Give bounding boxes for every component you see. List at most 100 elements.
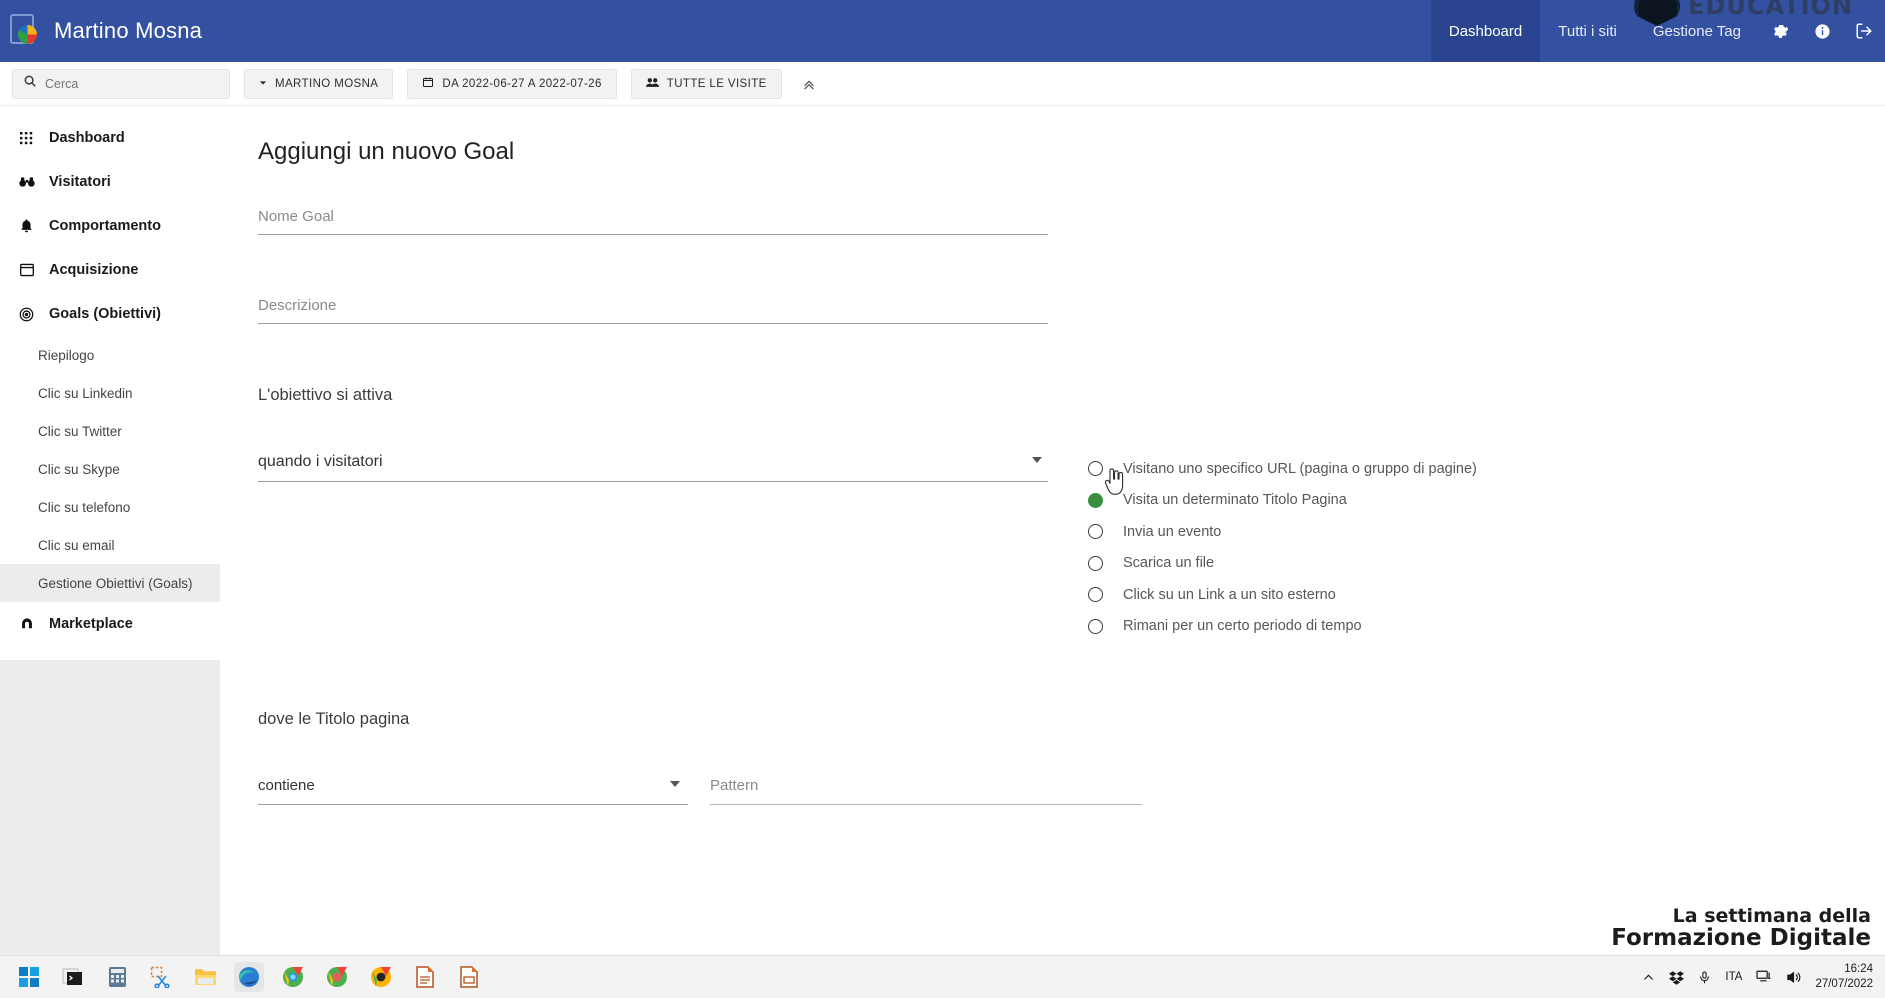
sidebar-item-clic-su-linkedin[interactable]: Clic su Linkedin [0,374,220,412]
sidebar-item-riepilogo[interactable]: Riepilogo [0,336,220,374]
sidebar-item-visitatori[interactable]: Visitatori [0,160,220,204]
terminal-icon[interactable] [58,962,88,992]
screen: Martino Mosna Dashboard Tutti i siti Ges… [0,0,1885,998]
where-section-label: dove le Titolo pagina [258,710,410,728]
radio-icon [1088,555,1103,571]
system-tray: ITA 16:24 27/07/2022 [1642,962,1885,992]
libreoffice-writer-icon[interactable] [410,962,440,992]
window-icon [18,263,35,277]
double-chevron-up-icon[interactable] [796,71,822,97]
chevron-up-icon[interactable] [1642,971,1655,984]
logout-icon[interactable] [1843,0,1885,62]
radio-option-event[interactable]: Invia un evento [1088,516,1477,548]
clock-date: 27/07/2022 [1815,978,1873,990]
libreoffice-impress-icon[interactable] [454,962,484,992]
clock[interactable]: 16:24 27/07/2022 [1815,962,1873,992]
search-box[interactable] [12,68,230,99]
radio-option-download[interactable]: Scarica un file [1088,548,1477,580]
snipping-tool-icon[interactable] [146,962,176,992]
sidebar-item-marketplace[interactable]: Marketplace [0,602,220,646]
pattern-underline [710,804,1142,805]
trigger-select[interactable]: quando i visitatori [258,453,1048,482]
sidebar-item-label: Marketplace [49,616,133,632]
target-icon [18,307,35,322]
clock-time: 16:24 [1844,963,1873,976]
search-input[interactable] [45,76,219,91]
goal-description-label: Descrizione [258,297,337,314]
pattern-field[interactable]: Pattern [710,777,1142,805]
trigger-select-value: quando i visitatori [258,453,383,470]
chevron-down-icon [259,78,267,90]
users-icon [645,77,659,91]
sidebar-item-label: Goals (Obiettivi) [49,306,161,322]
microphone-icon[interactable] [1698,970,1711,985]
radio-option-label: Invia un evento [1123,523,1222,540]
sidebar: Dashboard Visitatori Comportamento Acqui… [0,106,220,998]
match-type-select[interactable]: contiene [258,777,688,805]
trigger-options-group: Visitano uno specifico URL (pagina o gru… [1088,453,1477,642]
bell-icon [18,218,35,234]
matomo-logo-icon [10,14,42,48]
sidebar-panel: Dashboard Visitatori Comportamento Acqui… [0,106,220,660]
goal-description-field[interactable]: Descrizione [258,297,1048,324]
sidebar-item-clic-su-telefono[interactable]: Clic su telefono [0,488,220,526]
goal-name-field[interactable]: Nome Goal [258,208,1048,235]
taskbar-apps [0,962,484,992]
radio-option-page-title[interactable]: Visita un determinato Titolo Pagina [1088,485,1477,517]
filter-toolbar: MARTINO MOSNA DA 2022-06-27 A 2022-07-26… [0,62,1885,106]
radio-option-visit-duration[interactable]: Rimani per un certo periodo di tempo [1088,611,1477,643]
sidebar-item-clic-su-email[interactable]: Clic su email [0,526,220,564]
language-indicator[interactable]: ITA [1725,971,1742,983]
radio-option-label: Rimani per un certo periodo di tempo [1123,618,1362,635]
topnav-item-dashboard[interactable]: Dashboard [1430,0,1541,62]
binoculars-icon [18,176,35,188]
edge-browser-icon[interactable] [234,962,264,992]
calendar-icon [422,76,434,91]
network-icon[interactable] [1756,970,1772,984]
main-content: Aggiungi un nuovo Goal Nome Goal Descriz… [220,106,1885,998]
radio-icon [1088,618,1103,634]
sidebar-item-label: Visitatori [49,174,111,190]
pattern-label: Pattern [710,777,759,794]
site-selector[interactable]: MARTINO MOSNA [244,68,394,99]
segment-selector[interactable]: TUTTE LE VISITE [630,68,782,99]
sidebar-item-gestione-obiettivi[interactable]: Gestione Obiettivi (Goals) [0,564,220,602]
topnav-item-tag-manager[interactable]: Gestione Tag [1635,0,1759,62]
sidebar-item-goals[interactable]: Goals (Obiettivi) [0,292,220,336]
radio-icon [1088,524,1103,540]
match-type-value: contiene [258,777,315,794]
radio-option-label: Visita un determinato Titolo Pagina [1123,492,1347,509]
dropbox-icon[interactable] [1669,970,1685,985]
windows-taskbar: ITA 16:24 27/07/2022 [0,955,1885,998]
radio-option-label: Scarica un file [1123,555,1215,572]
radio-option-outlink[interactable]: Click su un Link a un sito esterno [1088,579,1477,611]
topnav-item-all-websites[interactable]: Tutti i siti [1540,0,1635,62]
calculator-icon[interactable] [102,962,132,992]
brand-title: Martino Mosna [54,18,203,43]
pattern-row: contiene Pattern [258,777,1885,805]
chrome-browser-icon[interactable] [278,962,308,992]
sidebar-item-label: Dashboard [49,130,125,146]
top-navigation-bar: Martino Mosna Dashboard Tutti i siti Ges… [0,0,1885,62]
info-icon[interactable] [1801,0,1843,62]
sidebar-item-comportamento[interactable]: Comportamento [0,204,220,248]
brand[interactable]: Martino Mosna [0,14,202,48]
volume-icon[interactable] [1786,970,1801,984]
radio-option-label: Visitano uno specifico URL (pagina o gru… [1123,460,1477,477]
start-icon[interactable] [14,962,44,992]
chrome-browser-icon[interactable] [322,962,352,992]
trigger-section-label: L'obiettivo si attiva [258,386,393,404]
radio-option-label: Click su un Link a un sito esterno [1123,586,1336,603]
file-explorer-icon[interactable] [190,962,220,992]
sidebar-item-clic-su-skype[interactable]: Clic su Skype [0,450,220,488]
date-range-selector[interactable]: DA 2022-06-27 A 2022-07-26 [407,68,617,99]
grid-icon [18,131,35,145]
sidebar-item-clic-su-twitter[interactable]: Clic su Twitter [0,412,220,450]
chrome-browser-icon[interactable] [366,962,396,992]
sidebar-item-acquisizione[interactable]: Acquisizione [0,248,220,292]
radio-option-url[interactable]: Visitano uno specifico URL (pagina o gru… [1088,453,1477,485]
sidebar-item-dashboard[interactable]: Dashboard [0,116,220,160]
chevron-down-icon [670,781,680,787]
plug-icon [18,617,35,631]
gear-icon[interactable] [1759,0,1801,62]
